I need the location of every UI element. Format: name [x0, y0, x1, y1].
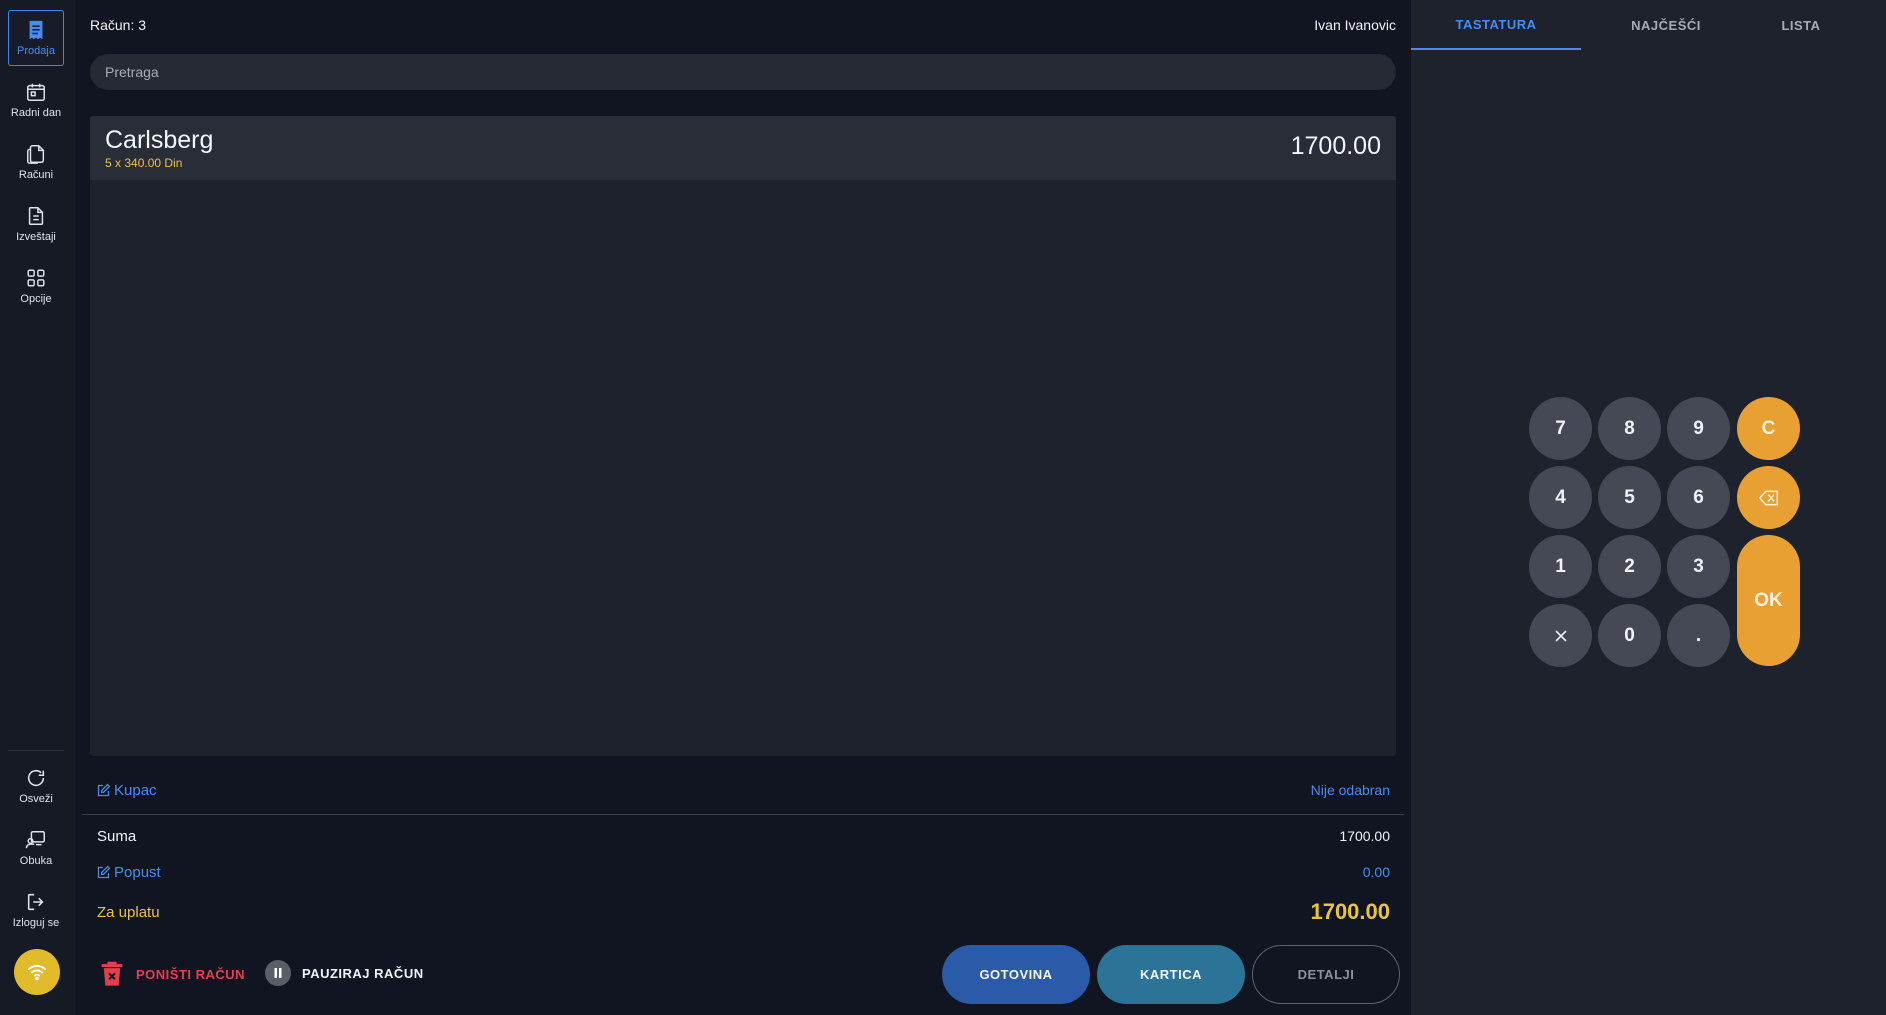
key-5[interactable]: 5 [1598, 466, 1661, 529]
item-quantity-price: 5 x 340.00 Din [105, 156, 183, 170]
discount-button[interactable]: Popust [96, 864, 161, 881]
edit-icon [97, 865, 111, 879]
calendar-icon [27, 83, 45, 101]
bill-number: Račun: 3 [90, 17, 147, 33]
key-4[interactable]: 4 [1529, 466, 1592, 529]
card-payment-button[interactable]: KARTICA [1097, 945, 1245, 1004]
nav-item-radni-dan[interactable]: Radni dan [8, 72, 64, 128]
nav-label: Računi [18, 169, 54, 181]
bill-item-row[interactable]: Carlsberg 5 x 340.00 Din 1700.00 [90, 116, 1396, 180]
wifi-icon [27, 965, 47, 981]
item-name: Carlsberg [105, 126, 214, 154]
nav-label: Izveštaji [16, 231, 56, 243]
customer-status[interactable]: Nije odabran [1311, 782, 1390, 798]
sum-value: 1700.00 [1339, 828, 1390, 844]
pause-bill-label: PAUZIRAJ RAČUN [302, 965, 424, 981]
nav-label: Obuka [19, 855, 53, 867]
search-input[interactable] [90, 54, 1396, 90]
sum-label: Suma [97, 828, 137, 845]
grid-icon [27, 269, 45, 287]
receipt-icon [29, 20, 43, 40]
cancel-bill-label: PONIŠTI RAČUN [136, 966, 246, 982]
tab-lista[interactable]: LISTA [1716, 0, 1886, 50]
nav-item-prodaja[interactable]: Prodaja [8, 10, 64, 66]
nav-label: Izloguj se [12, 917, 60, 929]
summary-divider [82, 814, 1404, 815]
user-name: Ivan Ivanovic [1314, 17, 1396, 33]
details-button[interactable]: DETALJI [1252, 945, 1400, 1004]
cancel-bill-button[interactable]: PONIŠTI RAČUN [98, 960, 245, 988]
multiply-icon [1554, 629, 1567, 642]
main-panel: Račun: 3 Ivan Ivanovic Carlsberg 5 x 340… [75, 0, 1411, 1015]
nav-label: Osveži [19, 793, 53, 805]
key-9[interactable]: 9 [1667, 397, 1730, 460]
report-icon [28, 207, 44, 225]
nav-item-opcije[interactable]: Opcije [8, 258, 64, 314]
wifi-status-button[interactable] [14, 949, 60, 995]
discount-label: Popust [114, 864, 161, 881]
pause-bill-button[interactable]: PAUZIRAJ RAČUN [265, 960, 424, 986]
decimal-key[interactable]: . [1667, 604, 1730, 667]
cash-payment-button[interactable]: GOTOVINA [942, 945, 1090, 1004]
training-icon [25, 831, 45, 849]
trash-icon [101, 961, 123, 986]
logout-icon [27, 893, 44, 911]
pause-icon [265, 960, 291, 986]
key-0[interactable]: 0 [1598, 604, 1661, 667]
amount-due-label: Za uplatu [97, 904, 160, 921]
item-total: 1700.00 [1290, 132, 1381, 160]
multiply-key[interactable] [1529, 604, 1592, 667]
customer-label: Kupac [114, 782, 157, 799]
tab-tastatura[interactable]: TASTATURA [1411, 0, 1581, 50]
nav-label: Radni dan [10, 107, 62, 119]
amount-due-value: 1700.00 [1310, 899, 1390, 924]
key-6[interactable]: 6 [1667, 466, 1730, 529]
sidebar-divider [8, 750, 64, 751]
key-8[interactable]: 8 [1598, 397, 1661, 460]
ok-key[interactable]: OK [1737, 535, 1800, 666]
discount-value: 0.00 [1362, 864, 1390, 880]
right-panel: TASTATURA NAJČEŠĆI LISTA 7 8 9 C 4 5 6 1… [1411, 0, 1886, 1015]
key-7[interactable]: 7 [1529, 397, 1592, 460]
key-2[interactable]: 2 [1598, 535, 1661, 598]
bill-items-list: Carlsberg 5 x 340.00 Din 1700.00 [90, 116, 1396, 756]
nav-label: Opcije [20, 293, 52, 305]
refresh-icon [27, 769, 45, 787]
nav-item-obuka[interactable]: Obuka [8, 820, 64, 876]
sidebar: Prodaja Radni dan Računi Izveštaji Opcij… [0, 0, 75, 1015]
key-3[interactable]: 3 [1667, 535, 1730, 598]
edit-icon [97, 783, 111, 797]
nav-item-izvestaji[interactable]: Izveštaji [8, 196, 64, 252]
backspace-icon [1758, 490, 1778, 505]
nav-label: Prodaja [17, 45, 55, 57]
key-1[interactable]: 1 [1529, 535, 1592, 598]
documents-icon [27, 145, 45, 164]
customer-button[interactable]: Kupac [96, 782, 157, 799]
backspace-key[interactable] [1737, 466, 1800, 529]
nav-item-osvezi[interactable]: Osveži [8, 758, 64, 814]
nav-item-racuni[interactable]: Računi [8, 134, 64, 190]
nav-item-izloguj-se[interactable]: Izloguj se [8, 882, 64, 938]
clear-key[interactable]: C [1737, 397, 1800, 460]
